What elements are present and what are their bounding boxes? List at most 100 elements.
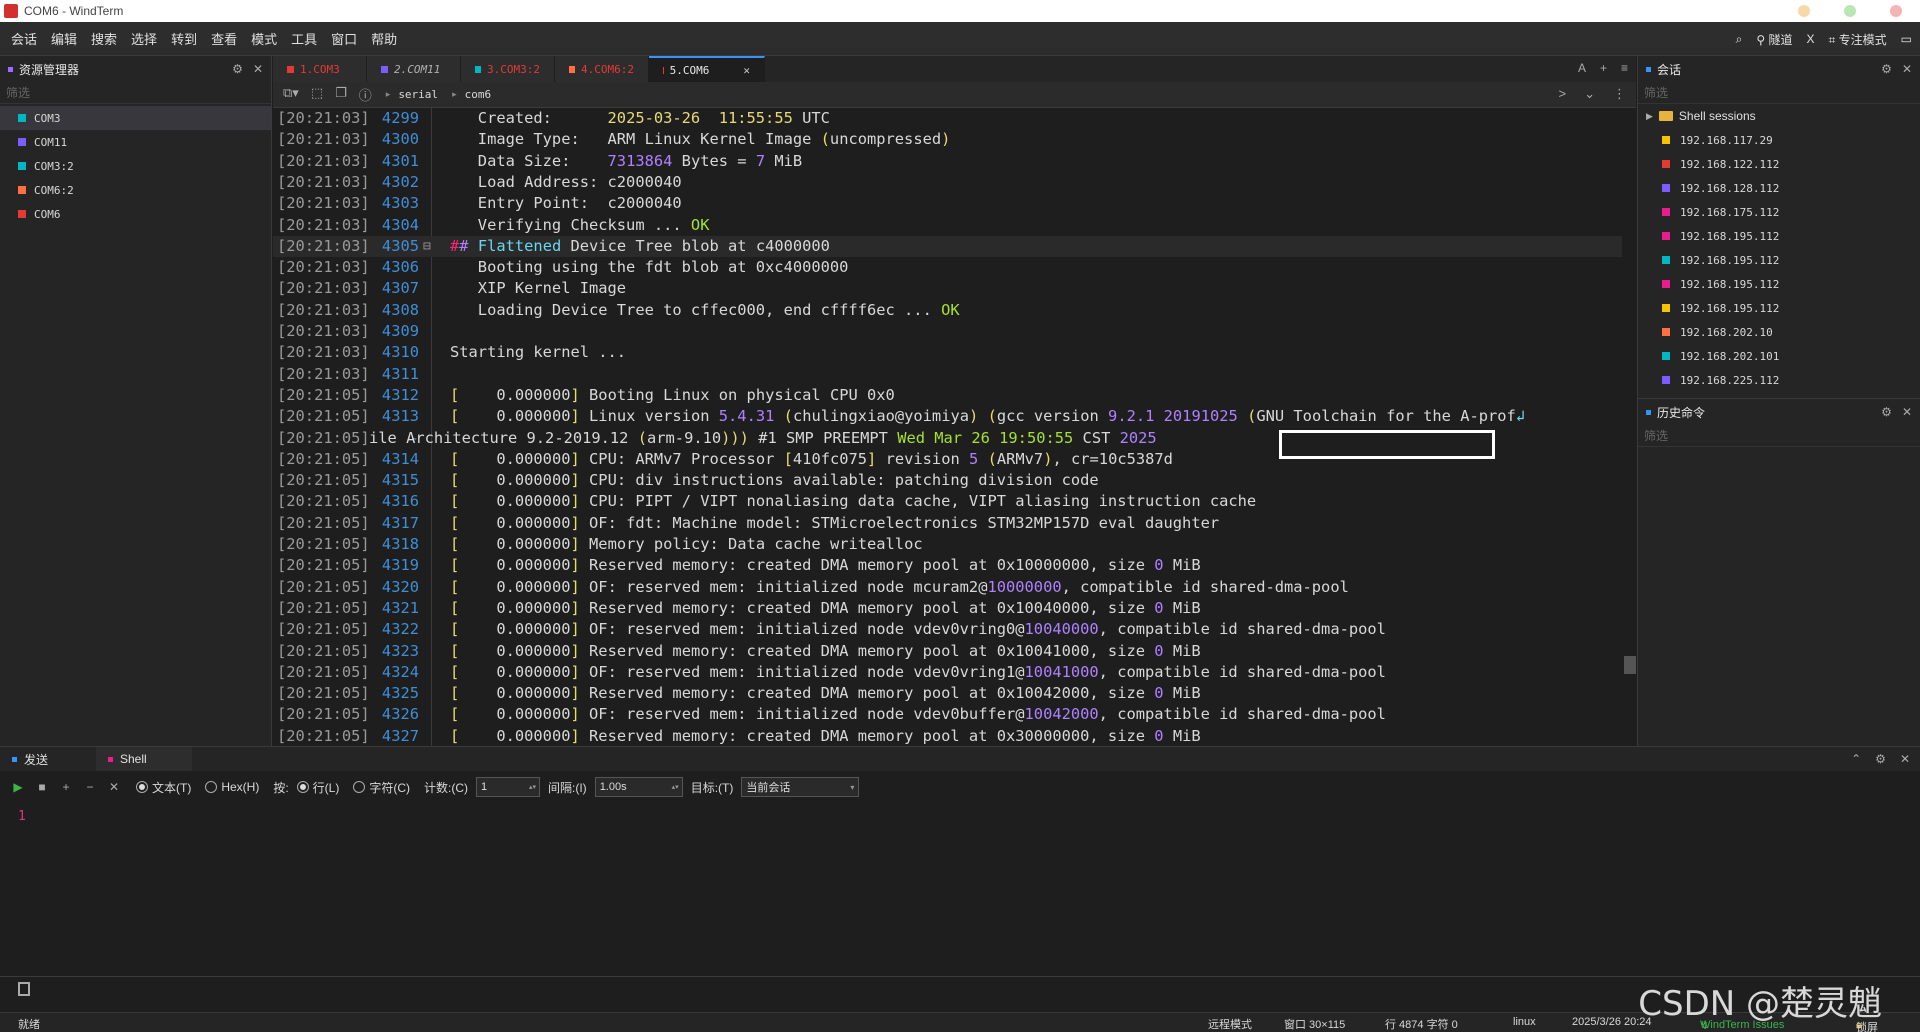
menu-session[interactable]: 会话 [4,29,44,48]
explorer-item[interactable]: COM3 [0,106,271,130]
count-stepper[interactable]: 1 ▴▾ [476,777,541,797]
folder-label: Shell sessions [1678,109,1756,123]
send-editor[interactable]: 1 [0,803,1920,933]
line-number: 4324 [381,662,419,681]
breadcrumb-com6[interactable]: com6 [465,88,492,101]
session-item[interactable]: 192.168.122.112 [1638,152,1920,176]
hex-mode-radio[interactable]: Hex(H) [205,780,259,794]
session-item[interactable]: 192.168.202.10 [1638,320,1920,344]
line-mode-radio[interactable]: 行(L) [296,779,339,796]
session-item[interactable]: 192.168.195.112 [1638,248,1920,272]
menu-edit[interactable]: 编辑 [44,29,84,48]
session-label: 192.168.195.112 [1680,301,1780,315]
open-file-icon[interactable]: ⬚ [311,85,323,104]
clear-icon[interactable]: ✕ [106,780,122,794]
line-number: 4317 [381,513,419,532]
session-item[interactable]: 192.168.195.112 [1638,224,1920,248]
tab-shell[interactable]: Shell [96,747,192,771]
menu-tools[interactable]: 工具 [284,29,324,48]
session-item[interactable]: 192.168.128.112 [1638,176,1920,200]
menu-window[interactable]: 窗口 [324,29,364,48]
target-select[interactable]: 当前会话 ▾ [741,777,860,797]
explorer-item[interactable]: COM6:2 [0,178,271,202]
close-icon[interactable]: ✕ [1902,405,1912,419]
close-tab-icon[interactable]: ✕ [743,64,750,77]
status-cursor-position[interactable]: 行 4874 字符 0 [1385,1016,1458,1032]
session-item[interactable]: 192.168.202.101 [1638,344,1920,368]
interval-stepper[interactable]: 1.00s ▴▾ [594,777,683,797]
text-segment: , compatible id shared-dma-pool [1098,662,1386,681]
status-remote-mode[interactable]: 远程模式 [1208,1016,1252,1032]
history-filter-input[interactable]: 筛选 [1638,425,1920,447]
status-os[interactable]: linux [1513,1016,1536,1028]
char-mode-radio[interactable]: 字符(C) [353,779,410,796]
explorer-filter-input[interactable]: 筛选 [0,82,271,104]
stop-icon[interactable]: ■ [34,780,50,794]
tab-5[interactable]: 5.COM6 ✕ [649,56,765,82]
menu-help[interactable]: 帮助 [364,29,404,48]
line-text: [ 0.000000] Memory policy: Data cache wr… [450,534,923,555]
add-icon[interactable]: + [58,780,74,794]
terminal-output[interactable]: [20:21:03] 4299 Created: 2025-03-26 11:55… [273,108,1636,746]
maximize-button[interactable] [1844,5,1856,17]
text-mode-radio[interactable]: 文本(T) [136,779,191,796]
explorer-item[interactable]: COM6 [0,202,271,226]
session-item[interactable]: 192.168.175.112 [1638,200,1920,224]
remove-icon[interactable]: − [82,780,98,794]
close-window-button[interactable] [1890,5,1902,17]
play-icon[interactable]: ▶ [10,780,26,794]
fold-toggle-icon[interactable]: ⊟ [423,236,431,257]
new-session-icon[interactable]: ⧉▾ [283,85,299,104]
settings-gear-icon[interactable]: ⚙ [1881,405,1892,419]
layout-icon[interactable]: ▭ [1901,32,1912,46]
scrollbar-thumb[interactable] [1624,656,1636,674]
send-history-icon[interactable] [18,982,30,996]
tab-4[interactable]: 4.COM6:2 [555,56,649,82]
tab-menu-button[interactable]: ≡ [1621,61,1628,75]
session-item[interactable]: 192.168.225.112 [1638,368,1920,392]
go-forward-icon[interactable]: > [1559,86,1567,102]
menu-view[interactable]: 查看 [204,29,244,48]
font-button[interactable]: A [1578,61,1586,75]
minimize-button[interactable] [1798,5,1810,17]
copy-icon[interactable]: ❐ [335,85,347,104]
session-item[interactable]: 192.168.195.112 [1638,296,1920,320]
breadcrumb-serial[interactable]: serial [398,88,438,101]
close-icon[interactable]: ✕ [1900,752,1910,766]
search-icon[interactable]: ⌕ [1736,32,1743,47]
tab-1[interactable]: 1.COM3 [273,56,367,82]
tab-send[interactable]: 发送 [0,747,96,771]
tab-3[interactable]: 3.COM3:2 [461,56,555,82]
x-button[interactable]: X [1807,32,1815,46]
close-icon[interactable]: ✕ [253,62,263,76]
info-icon[interactable]: ⓘ [359,85,372,104]
tab-2[interactable]: 2.COM11 [367,56,461,82]
settings-gear-icon[interactable]: ⚙ [232,62,243,76]
session-item[interactable]: 192.168.195.112 [1638,272,1920,296]
menu-goto[interactable]: 转到 [164,29,204,48]
session-item[interactable]: 192.168.117.29 [1638,128,1920,152]
tunnel-button[interactable]: ⚲ 隧道 [1756,31,1792,48]
chevron-up-icon[interactable]: ⌃ [1851,752,1861,766]
sessions-filter-input[interactable]: 筛选 [1638,82,1920,104]
stepper-arrows-icon[interactable]: ▴▾ [672,783,679,791]
explorer-item[interactable]: COM11 [0,130,271,154]
menu-mode[interactable]: 模式 [244,29,284,48]
stepper-arrows-icon[interactable]: ▴▾ [529,783,536,791]
new-tab-button[interactable]: + [1600,61,1607,75]
terminal-scrollbar[interactable] [1622,108,1636,746]
close-icon[interactable]: ✕ [1902,62,1912,76]
settings-gear-icon[interactable]: ⚙ [1875,752,1886,766]
more-options-icon[interactable]: ⋮ [1613,86,1626,102]
shell-sessions-folder[interactable]: ▶ Shell sessions [1638,104,1920,128]
focus-mode-button[interactable]: ⌗ 专注模式 [1829,31,1887,48]
terminal-line: [20:21:05] - ile Architecture 9.2-2019.12 … [273,428,1623,449]
settings-gear-icon[interactable]: ⚙ [1881,62,1892,76]
text-segment: ))) [721,428,749,447]
menu-search[interactable]: 搜索 [84,29,124,48]
chevron-down-icon[interactable]: ⌄ [1584,86,1595,102]
explorer-item[interactable]: COM3:2 [0,154,271,178]
status-window-size[interactable]: 窗口 30×115 [1284,1016,1345,1032]
session-color-icon [1662,160,1670,168]
menu-select[interactable]: 选择 [124,29,164,48]
